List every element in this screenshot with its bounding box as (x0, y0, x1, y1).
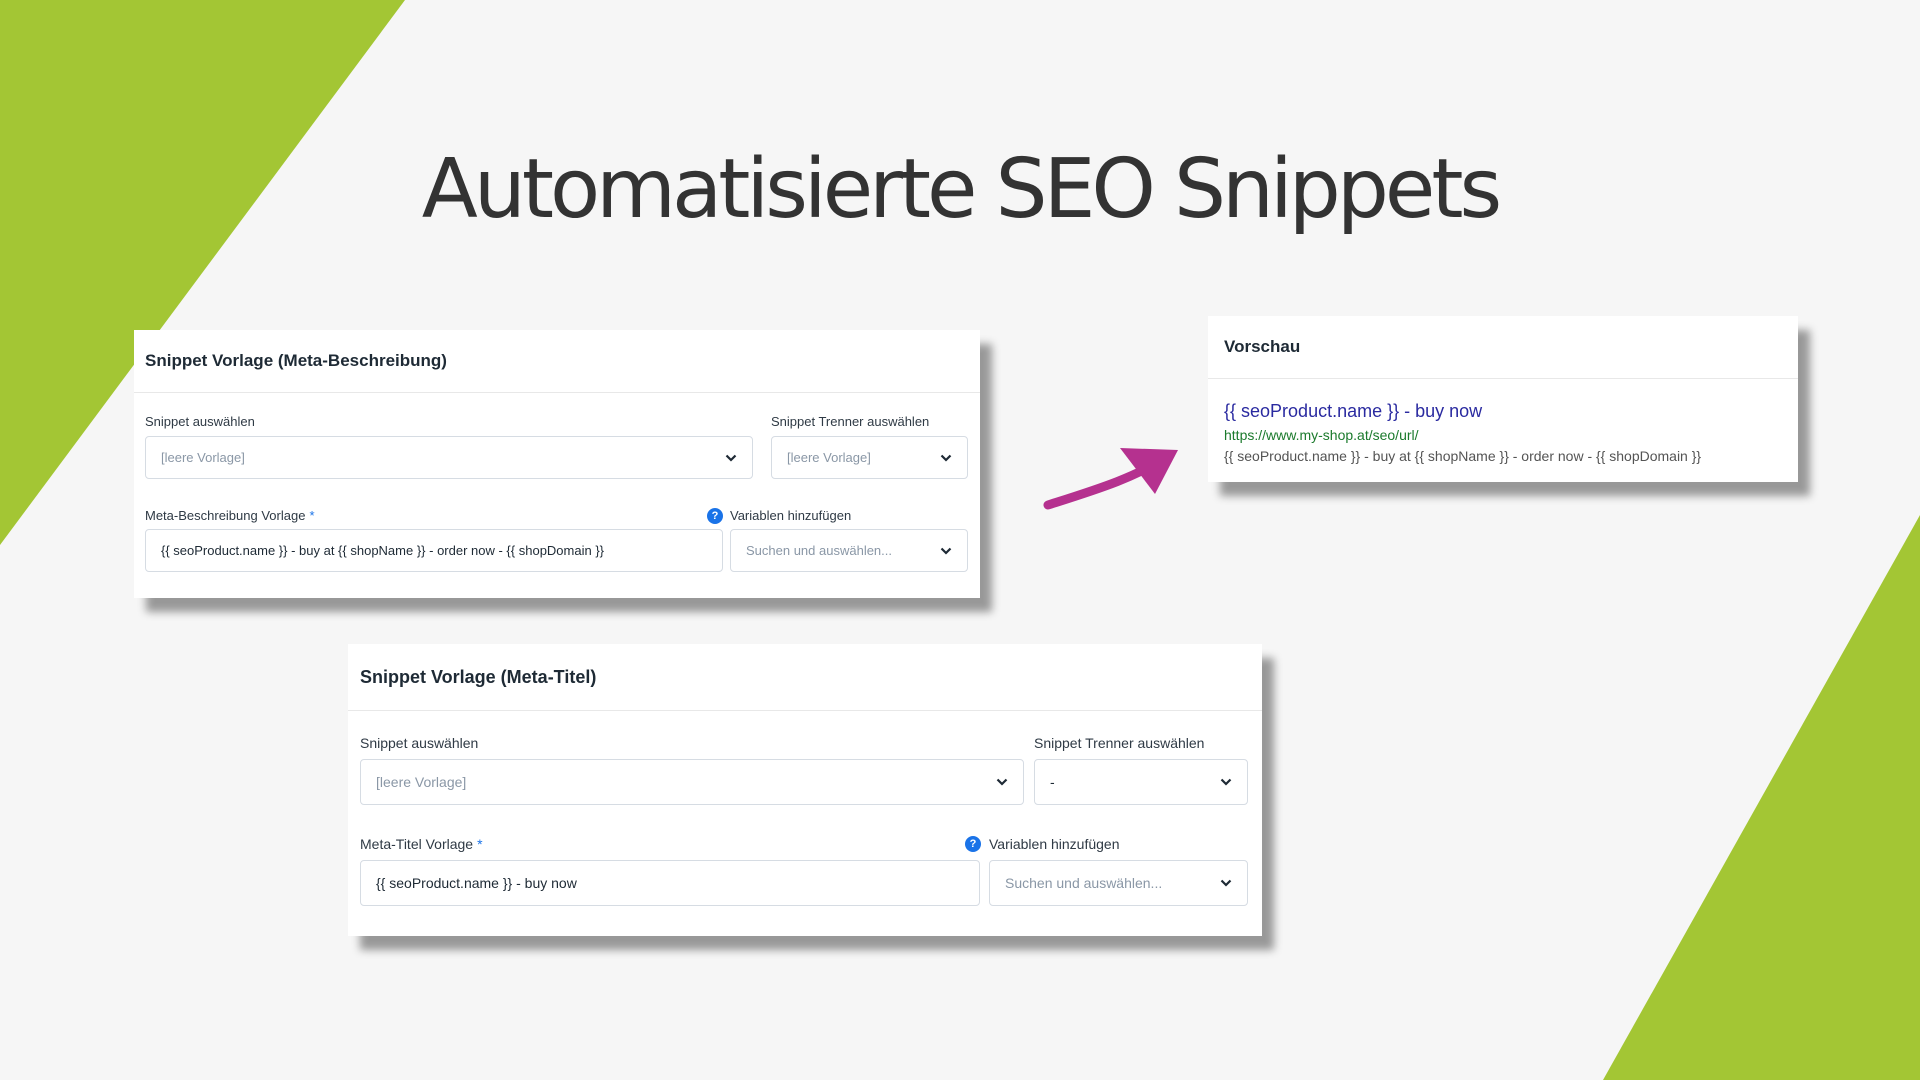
separator-select-label: Snippet Trenner auswählen (771, 414, 930, 429)
chevron-down-icon (996, 778, 1008, 786)
chevron-down-icon (940, 547, 952, 555)
template-input[interactable]: {{ seoProduct.name }} - buy now (360, 860, 980, 906)
separator-select-label: Snippet Trenner auswählen (1034, 735, 1205, 751)
separator-select-value: - (1050, 774, 1055, 790)
snippet-select[interactable]: [leere Vorlage] (145, 436, 753, 479)
card-header: Snippet Vorlage (Meta-Beschreibung) (134, 330, 980, 393)
chevron-down-icon (1220, 778, 1232, 786)
variables-label: Variablen hinzufügen (989, 836, 1120, 852)
snippet-select[interactable]: [leere Vorlage] (360, 759, 1024, 805)
snippet-select-value: [leere Vorlage] (161, 450, 245, 465)
card-title: Snippet Vorlage (Meta-Beschreibung) (145, 351, 447, 370)
help-icon[interactable]: ? (707, 508, 723, 524)
arrow-head-icon (1120, 448, 1178, 494)
meta-description-card: Snippet Vorlage (Meta-Beschreibung) Snip… (134, 330, 980, 598)
card-header: Vorschau (1208, 316, 1798, 379)
card-header: Snippet Vorlage (Meta-Titel) (348, 644, 1262, 711)
separator-select[interactable]: - (1034, 759, 1248, 805)
template-input[interactable]: {{ seoProduct.name }} - buy at {{ shopNa… (145, 529, 723, 572)
template-label-text: Meta-Beschreibung Vorlage (145, 508, 306, 523)
chevron-down-icon (1220, 879, 1232, 887)
card-title: Vorschau (1224, 337, 1301, 356)
variables-select-placeholder: Suchen und auswählen... (1005, 875, 1163, 891)
card-title: Snippet Vorlage (Meta-Titel) (360, 666, 597, 687)
variables-label: Variablen hinzufügen (730, 508, 852, 523)
separator-select-value: [leere Vorlage] (787, 450, 871, 465)
template-input-value: {{ seoProduct.name }} - buy now (376, 875, 577, 891)
preview-description: {{ seoProduct.name }} - buy at {{ shopNa… (1224, 448, 1702, 464)
chevron-down-icon (725, 454, 737, 462)
required-marker: * (477, 836, 483, 852)
snippet-select-label: Snippet auswählen (145, 414, 255, 429)
required-marker: * (309, 508, 315, 523)
help-icon[interactable]: ? (965, 836, 981, 852)
template-field-label: Meta-Titel Vorlage * (360, 836, 483, 852)
preview-url: https://www.my-shop.at/seo/url/ (1224, 427, 1419, 443)
slide-title: Automatisierte SEO Snippets (421, 142, 1502, 237)
template-label-text: Meta-Titel Vorlage (360, 836, 474, 852)
variables-select[interactable]: Suchen und auswählen... (989, 860, 1248, 906)
separator-select[interactable]: [leere Vorlage] (771, 436, 968, 479)
template-field-label: Meta-Beschreibung Vorlage * (145, 508, 315, 523)
snippet-select-value: [leere Vorlage] (376, 774, 467, 790)
preview-title-link[interactable]: {{ seoProduct.name }} - buy now (1224, 401, 1482, 422)
variables-select-placeholder: Suchen und auswählen... (746, 543, 892, 558)
snippet-select-label: Snippet auswählen (360, 735, 479, 751)
green-triangle-bottom-right (1603, 515, 1920, 1080)
preview-card: Vorschau {{ seoProduct.name }} - buy now… (1208, 316, 1798, 482)
meta-title-card: Snippet Vorlage (Meta-Titel) Snippet aus… (348, 644, 1262, 936)
chevron-down-icon (940, 454, 952, 462)
variables-select[interactable]: Suchen und auswählen... (730, 529, 968, 572)
template-input-value: {{ seoProduct.name }} - buy at {{ shopNa… (161, 543, 605, 558)
